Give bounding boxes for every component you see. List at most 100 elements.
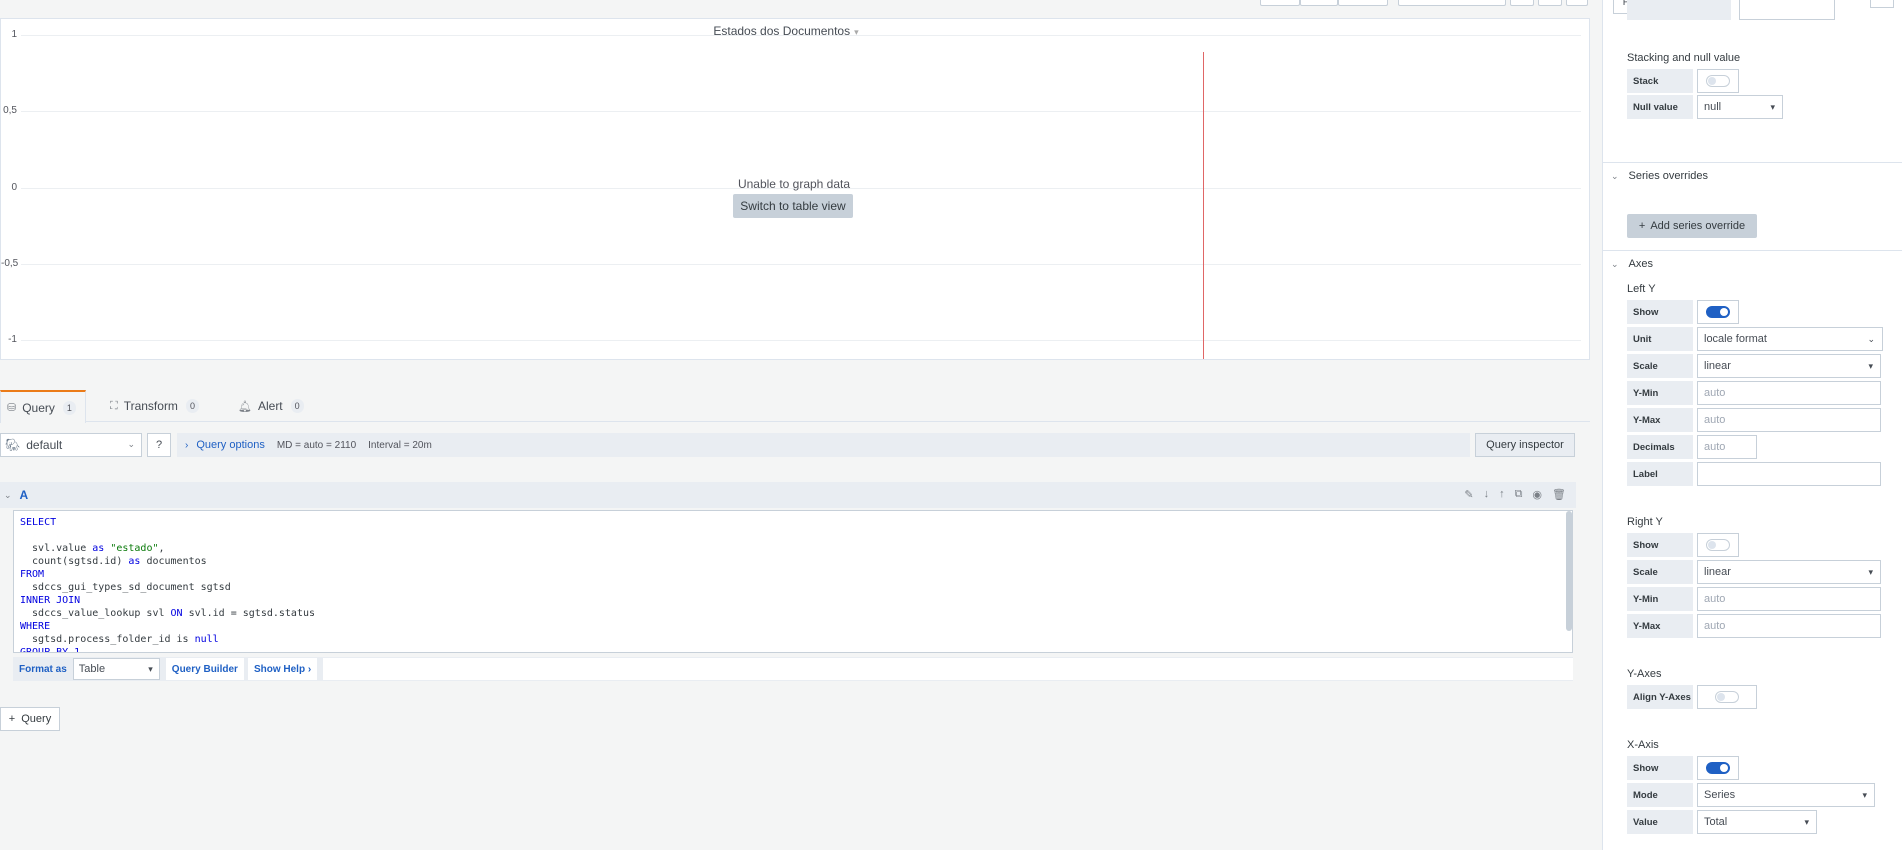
x-axis-value-select[interactable]: Total ▾ [1697, 810, 1817, 834]
left-y-min-input[interactable]: auto [1697, 381, 1881, 405]
postgres-icon: 🐘︎ [5, 438, 21, 452]
align-y-axes-switch[interactable] [1697, 685, 1757, 709]
left-y-max-input[interactable]: auto [1697, 408, 1881, 432]
toolbar-button[interactable] [1538, 0, 1562, 6]
code-line: count(sgtsd.id) as documentos [20, 555, 1566, 568]
transform-icon: ⛶ [110, 399, 118, 412]
tab-count-badge: 0 [185, 399, 199, 413]
code-line: FROM [20, 568, 1566, 581]
current-time-marker [1203, 52, 1204, 359]
code-token: GROUP BY 1 [20, 647, 81, 653]
eye-icon[interactable]: ◉ [1532, 488, 1542, 501]
format-as-select[interactable]: Table ▾ [72, 658, 160, 680]
code-line: sgtsd.process_folder_id is null [20, 633, 1566, 646]
code-token: , [158, 543, 165, 554]
query-options-row: 🐘︎ default ⌄ ? › Query options MD = auto… [0, 433, 1576, 459]
show-help-button[interactable]: Show Help › [247, 658, 318, 680]
code-token: INNER JOIN [20, 595, 81, 606]
y-axes-heading: Y-Axes [1627, 668, 1662, 680]
series-overrides-toggle[interactable]: ⌄ Series overrides [1611, 170, 1708, 182]
caret-down-icon: ▾ [1770, 102, 1775, 112]
editor-scrollbar[interactable] [1566, 511, 1572, 631]
query-inspector-button[interactable]: Query inspector [1475, 433, 1575, 457]
code-line: SELECT [20, 516, 1566, 529]
code-token: as [92, 543, 105, 554]
move-up-icon[interactable]: ↑ [1499, 488, 1505, 501]
format-as-label: Format as [19, 663, 67, 675]
left-y-decimals-input[interactable]: auto [1697, 435, 1757, 459]
time-picker[interactable] [1398, 0, 1506, 6]
chevron-right-icon: › [185, 439, 189, 451]
switch-to-table-button[interactable]: Switch to table view [733, 194, 853, 218]
left-y-label-input[interactable] [1697, 462, 1881, 486]
query-row-header[interactable]: ⌄ A ✎ ↓ ↑ ⧉ ◉ 🗑︎ [0, 482, 1576, 508]
query-builder-button[interactable]: Query Builder [165, 658, 244, 680]
y-tick-label: 0 [11, 181, 17, 193]
right-y-min-input[interactable]: auto [1697, 587, 1881, 611]
panel-options-sidebar: Panel Stacking and null value Stack Null… [1602, 0, 1902, 850]
stack-switch[interactable] [1697, 69, 1739, 93]
grid-line [21, 35, 1581, 36]
y-tick-label: -0,5 [1, 257, 19, 269]
query-name: A [19, 488, 29, 502]
divider [1603, 162, 1902, 163]
chevron-down-icon: ⌄ [4, 489, 12, 500]
stacking-heading: Stacking and null value [1627, 52, 1741, 64]
datasource-help-button[interactable]: ? [147, 433, 171, 457]
chevron-down-icon: ⌄ [127, 439, 135, 449]
duplicate-icon[interactable]: ⧉ [1515, 488, 1523, 501]
caret-down-icon: ▾ [1868, 361, 1873, 371]
add-series-override-button[interactable]: + Add series override [1627, 214, 1757, 238]
query-options-toggle[interactable]: › Query options MD = auto = 2110 Interva… [177, 433, 1470, 457]
datasource-select[interactable]: 🐘︎ default ⌄ [0, 433, 142, 457]
left-y-heading: Left Y [1627, 283, 1656, 295]
x-axis-show-switch[interactable] [1697, 756, 1739, 780]
left-y-scale-select[interactable]: linear ▾ [1697, 354, 1881, 378]
left-y-show-switch[interactable] [1697, 300, 1739, 324]
bell-icon: 🔔︎ [238, 400, 252, 413]
tab-count-badge: 0 [290, 399, 304, 413]
code-token: documentos [140, 556, 207, 567]
code-line: GROUP BY 1 [20, 646, 1566, 653]
toolbar-button[interactable] [1260, 0, 1300, 6]
toolbar-button[interactable] [1510, 0, 1534, 6]
right-y-max-input[interactable]: auto [1697, 614, 1881, 638]
top-toolbar [0, 0, 1590, 18]
y-tick-label: 0,5 [3, 105, 17, 117]
code-token: count(sgtsd.id) [20, 556, 129, 567]
move-down-icon[interactable]: ↓ [1484, 488, 1490, 501]
tab-query[interactable]: ⛁ Query 1 [0, 390, 86, 423]
code-line: sdccs_gui_types_sd_document sgtsd [20, 581, 1566, 594]
sql-editor[interactable]: SELECT svl.value as "estado", count(sgts… [13, 510, 1573, 653]
chevron-down-icon: ⌄ [1611, 170, 1619, 181]
trash-icon[interactable]: 🗑︎ [1552, 488, 1566, 501]
edit-icon[interactable]: ✎ [1464, 488, 1473, 501]
right-y-show-switch[interactable] [1697, 533, 1739, 557]
query-format-row: Format as Table ▾ Query Builder Show Hel… [13, 657, 1573, 681]
caret-down-icon: ▾ [1868, 567, 1873, 577]
toolbar-button[interactable] [1300, 0, 1338, 6]
code-token: sdccs_gui_types_sd_document sgtsd [20, 582, 231, 593]
database-icon: ⛁ [7, 402, 17, 414]
axes-toggle[interactable]: ⌄ Axes [1611, 258, 1653, 270]
toolbar-button[interactable] [1338, 0, 1388, 6]
y-tick-label: 1 [11, 29, 17, 40]
plus-icon: + [8, 713, 16, 725]
tab-alert[interactable]: 🔔︎ Alert 0 [238, 390, 318, 422]
toolbar-button[interactable] [1566, 0, 1588, 6]
left-y-unit-select[interactable]: locale format ⌄ [1697, 327, 1883, 351]
chevron-right-icon: › [307, 663, 312, 675]
query-tabs: ⛁ Query 1 ⛶ Transform 0 🔔︎ Alert 0 [0, 386, 1590, 423]
add-query-button[interactable]: + Query [0, 707, 60, 731]
code-token: null [194, 634, 219, 645]
sidebar-button[interactable] [1870, 0, 1894, 8]
x-axis-mode-select[interactable]: Series ▾ [1697, 783, 1875, 807]
right-y-scale-select[interactable]: linear ▾ [1697, 560, 1881, 584]
help-icon: ? [155, 439, 163, 451]
null-value-select[interactable]: null ▾ [1697, 95, 1783, 119]
tab-transform[interactable]: ⛶ Transform 0 [110, 390, 210, 422]
grid-line [21, 111, 1581, 113]
option-input[interactable] [1739, 0, 1835, 20]
query-row-actions: ✎ ↓ ↑ ⧉ ◉ 🗑︎ [1464, 488, 1566, 501]
chevron-down-icon: ⌄ [1611, 258, 1619, 269]
